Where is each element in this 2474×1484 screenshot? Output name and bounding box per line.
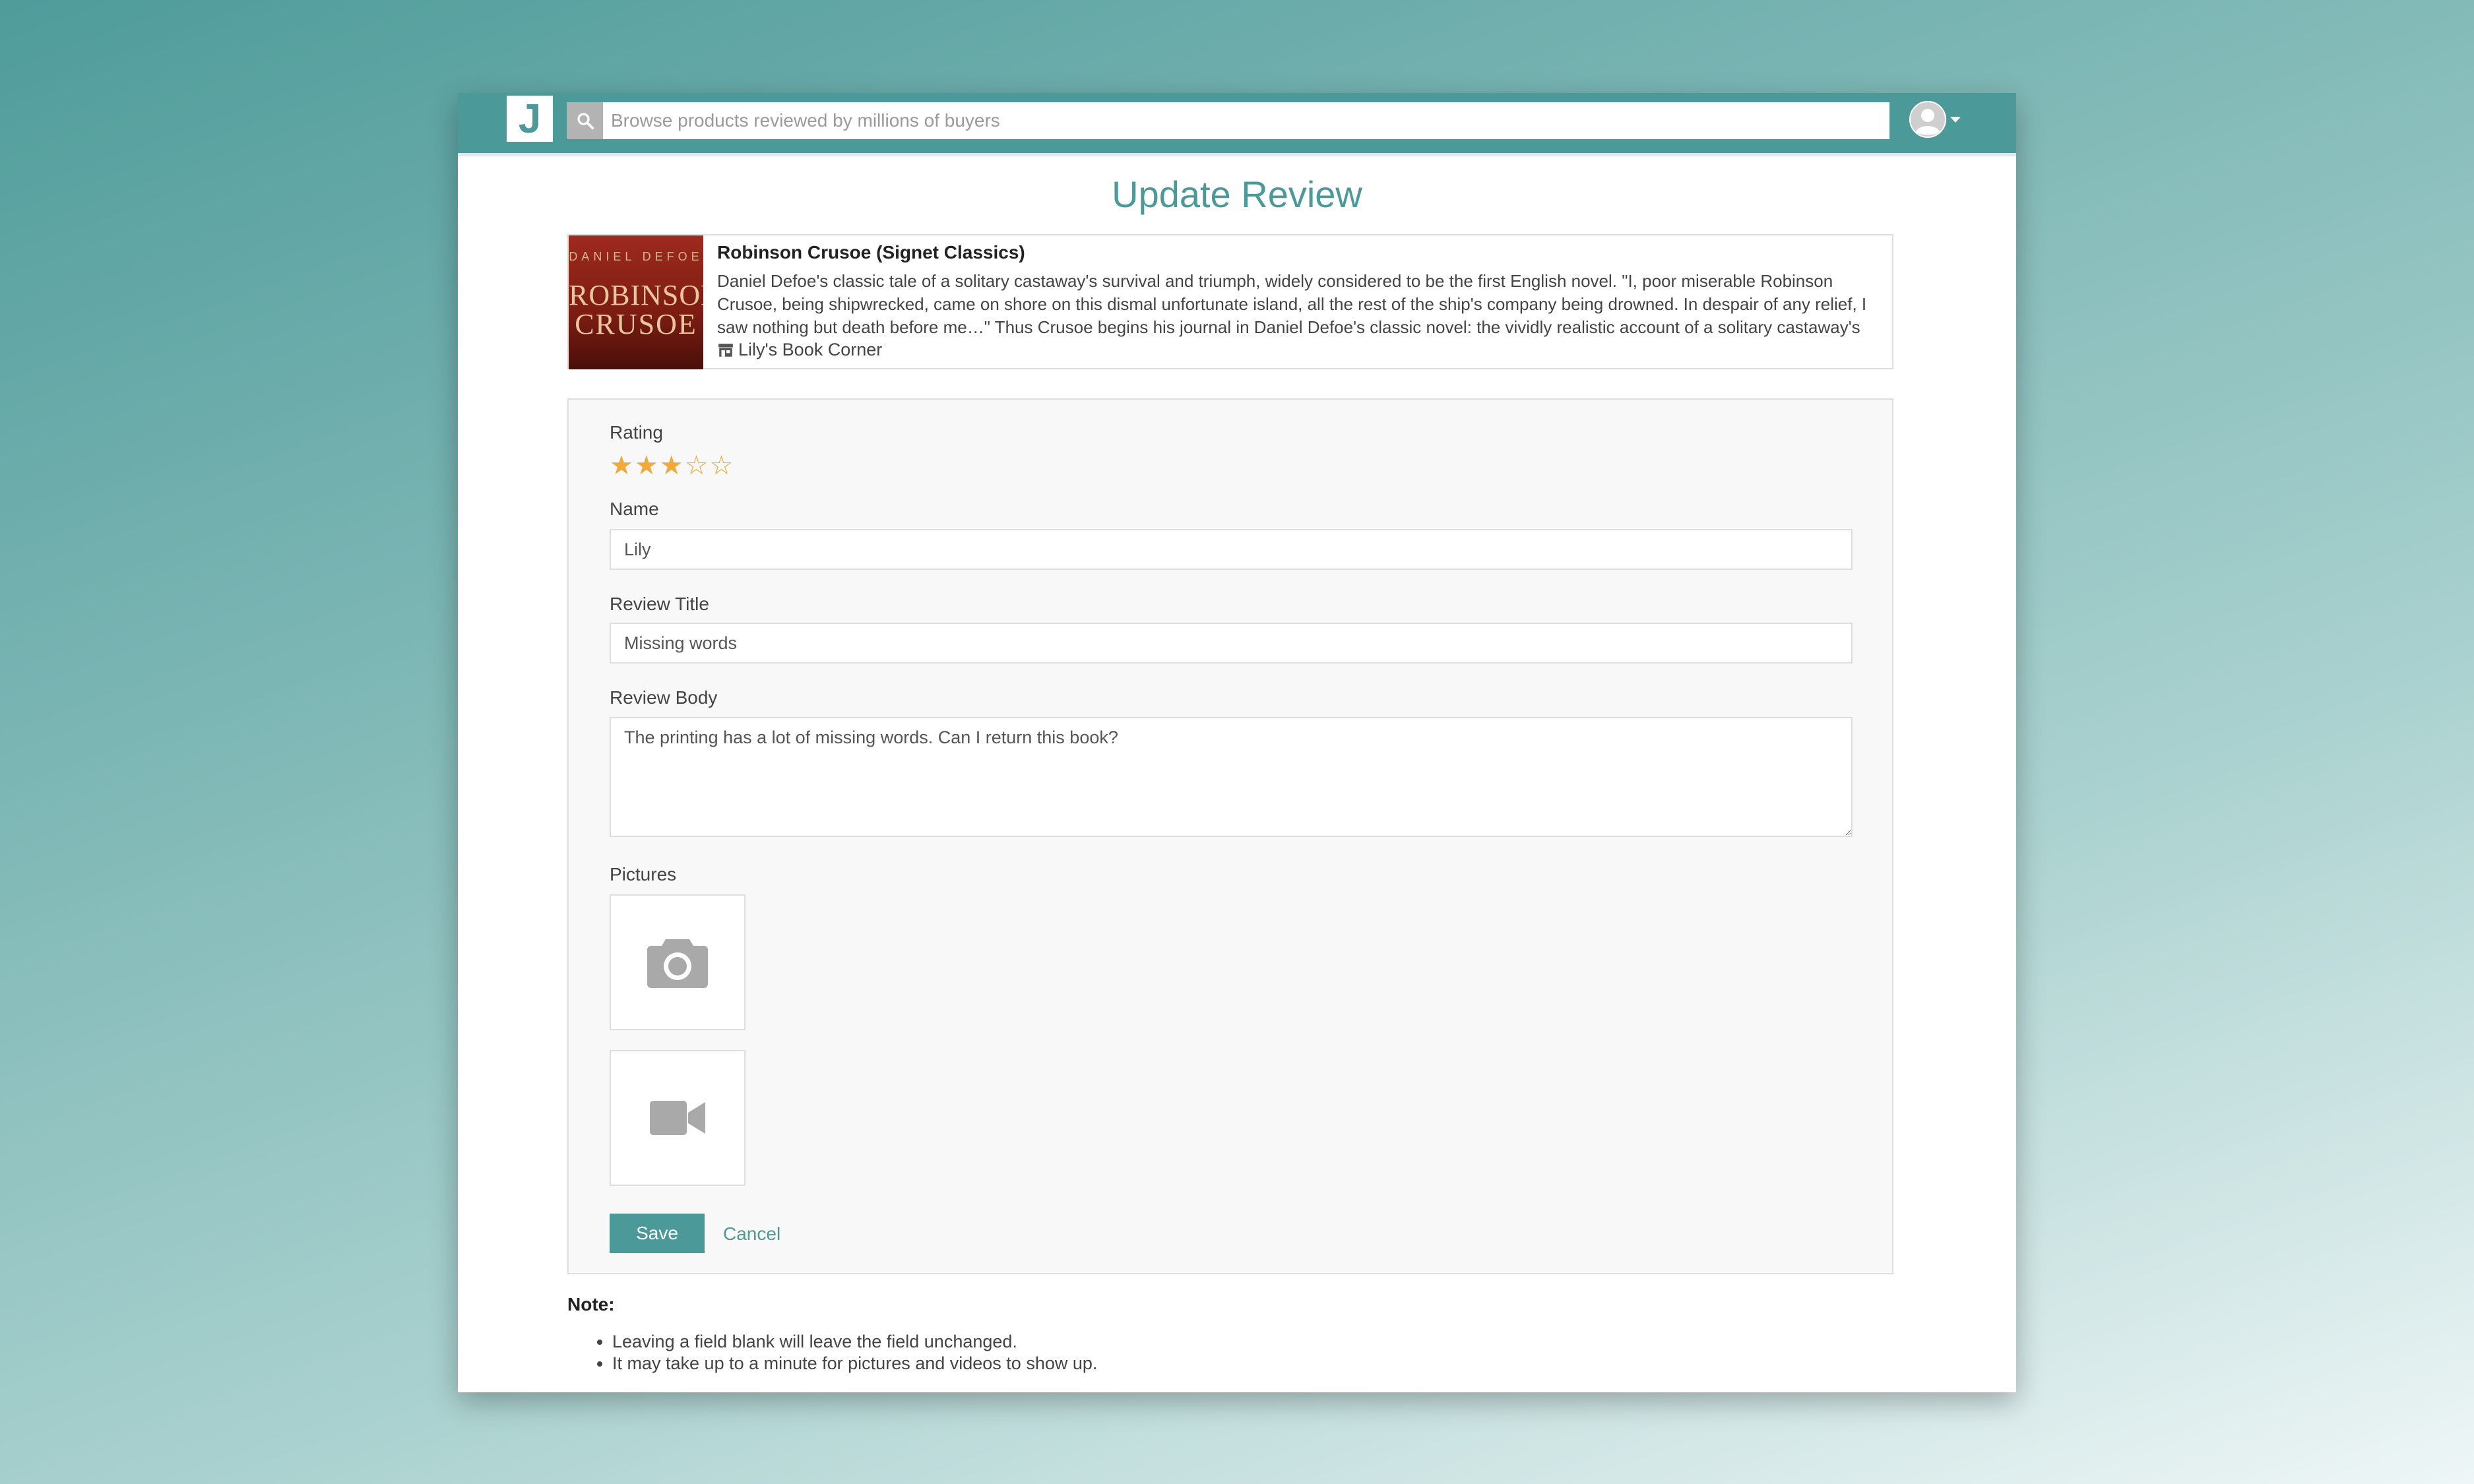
rating-label: Rating [610, 422, 663, 443]
star-empty-icon[interactable]: ☆ [709, 452, 733, 479]
search-input[interactable] [603, 102, 1889, 139]
product-card: DANIEL DEFOE ROBINSON CRUSOE Robinson Cr… [567, 234, 1893, 369]
product-thumbnail[interactable]: DANIEL DEFOE ROBINSON CRUSOE [569, 235, 703, 369]
user-avatar-icon [1909, 101, 1946, 138]
review-body-label: Review Body [610, 687, 718, 708]
cover-title-line1: ROBINSON [569, 279, 703, 311]
review-title-label: Review Title [610, 594, 709, 614]
add-video-button[interactable] [610, 1050, 745, 1186]
name-field[interactable] [610, 529, 1853, 570]
save-button[interactable]: Save [610, 1214, 705, 1253]
chevron-down-icon [1950, 116, 1961, 123]
product-description: Daniel Defoe's classic tale of a solitar… [717, 271, 1867, 337]
name-label: Name [610, 499, 659, 519]
search-icon [577, 113, 594, 130]
navbar: J [458, 93, 2016, 156]
add-photo-button[interactable] [610, 894, 745, 1030]
review-body-textarea[interactable]: The printing has a lot of missing words.… [610, 717, 1853, 837]
star-filled-icon[interactable]: ★ [660, 452, 683, 479]
logo[interactable]: J [507, 96, 553, 142]
review-form: Rating ★ ★ ★ ☆ ☆ Name Review Title Revie… [567, 398, 1893, 1274]
search-button[interactable] [567, 102, 603, 139]
seller-name: Lily's Book Corner [738, 340, 883, 359]
video-camera-icon [650, 1101, 705, 1135]
star-filled-icon[interactable]: ★ [610, 452, 633, 479]
store-icon [718, 343, 733, 357]
account-menu[interactable] [1909, 101, 1961, 138]
list-item: Leaving a field blank will leave the fie… [612, 1331, 1097, 1353]
review-title-field[interactable] [610, 623, 1853, 664]
cover-author: DANIEL DEFOE [569, 250, 703, 263]
star-rating[interactable]: ★ ★ ★ ☆ ☆ [610, 452, 733, 479]
camera-icon [647, 939, 708, 988]
page-title: Update Review [1112, 173, 1362, 215]
cover-title-line2: CRUSOE [575, 308, 697, 340]
cancel-link[interactable]: Cancel [723, 1223, 780, 1245]
star-filled-icon[interactable]: ★ [635, 452, 658, 479]
note-heading: Note: [567, 1294, 615, 1314]
star-empty-icon[interactable]: ☆ [685, 452, 709, 479]
pictures-label: Pictures [610, 864, 677, 884]
seller-link[interactable]: Lily's Book Corner [717, 340, 882, 360]
product-name[interactable]: Robinson Crusoe (Signet Classics) [717, 242, 1025, 263]
note-list: Leaving a field blank will leave the fie… [567, 1331, 1097, 1375]
list-item: It may take up to a minute for pictures … [612, 1353, 1097, 1375]
